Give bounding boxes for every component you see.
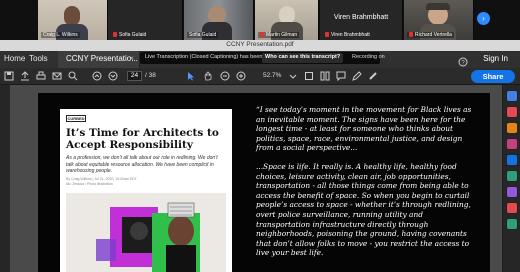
participant-tile[interactable]: Richard Vertrella xyxy=(404,0,474,40)
window-titlebar: CCNY Presentation.pdf xyxy=(0,40,520,51)
mail-icon[interactable] xyxy=(52,71,62,81)
chevron-right-icon[interactable]: › xyxy=(477,12,490,25)
create-pdf-icon[interactable] xyxy=(507,107,517,117)
share-button[interactable]: Share xyxy=(471,70,515,83)
participant-name: Richard Vertrella xyxy=(407,32,454,38)
participant-tile[interactable]: Sofia Gulaid xyxy=(108,0,183,40)
article-dek: As a profession, we don’t all talk about… xyxy=(66,155,218,174)
participant-name: Viren Brahmbhatt xyxy=(323,32,372,38)
tab-document[interactable]: CCNY Presentatio... × xyxy=(58,51,140,68)
slide-page: CURBED It’s Time for Architects to Accep… xyxy=(38,93,490,272)
publication-logo: CURBED xyxy=(66,115,86,122)
tab-label: CCNY Presentatio... xyxy=(66,54,138,63)
combine-files-icon[interactable] xyxy=(507,155,517,165)
menu-home[interactable]: Home xyxy=(4,54,25,63)
pen-icon[interactable] xyxy=(352,71,362,81)
transcription-banner: Live Transcription (Closed Captioning) h… xyxy=(140,52,385,64)
organize-pages-icon[interactable] xyxy=(507,171,517,181)
more-tools-icon[interactable] xyxy=(507,219,517,229)
participant-tile[interactable]: Sofia Gulaid xyxy=(184,0,254,40)
participant-name: Sofia Gulaid xyxy=(187,32,219,38)
participant-tile[interactable]: Martin Gilman xyxy=(255,0,319,40)
sign-in-link[interactable]: Sign In xyxy=(483,54,508,63)
transcript-visibility-button[interactable]: Who can see this transcript? xyxy=(262,53,344,63)
quote-paragraph: ...Space is life. It really is. A health… xyxy=(256,161,471,258)
window-title: CCNY Presentation.pdf xyxy=(226,41,294,48)
mic-muted-icon xyxy=(113,32,117,38)
edit-pdf-icon[interactable] xyxy=(507,123,517,133)
article-card: CURBED It’s Time for Architects to Accep… xyxy=(60,109,232,272)
zoom-level[interactable]: 52.7% xyxy=(263,72,281,79)
left-panel-rail xyxy=(0,85,10,272)
participant-tile[interactable]: Viren Brahmbhatt Viren Brahmbhatt xyxy=(320,0,403,40)
screen: Craig L. Wilkins Sofia Gulaid Sofia Gula… xyxy=(0,0,520,272)
close-icon[interactable]: × xyxy=(129,54,134,63)
zoom-participant-strip: Craig L. Wilkins Sofia Gulaid Sofia Gula… xyxy=(0,0,520,40)
quote-text: “I see today’s moment in the movement fo… xyxy=(256,105,478,267)
chevron-down-icon[interactable] xyxy=(288,71,298,81)
next-page-icon[interactable] xyxy=(108,71,118,81)
protect-icon[interactable] xyxy=(507,203,517,213)
participant-tile[interactable]: Craig L. Wilkins xyxy=(38,0,108,40)
previous-page-icon[interactable] xyxy=(92,71,102,81)
article-headline: It’s Time for Architects to Accept Respo… xyxy=(66,127,219,151)
zoom-out-icon[interactable] xyxy=(220,71,230,81)
search-icon[interactable] xyxy=(68,71,78,81)
participant-center-name: Viren Brahmbhatt xyxy=(333,14,389,21)
upload-icon[interactable] xyxy=(20,71,30,81)
article-byline: By Craig Wilkins | Jul 21, 2020, 10:00am… xyxy=(66,177,137,186)
participant-name: Craig L. Wilkins xyxy=(41,32,80,38)
mic-muted-icon xyxy=(325,32,329,38)
highlight-icon[interactable] xyxy=(368,71,378,81)
scroll-mode-icon[interactable] xyxy=(320,71,330,81)
print-icon[interactable] xyxy=(36,71,46,81)
participant-name: Sofia Gulaid xyxy=(111,32,148,38)
zoom-in-icon[interactable] xyxy=(236,71,246,81)
document-viewport[interactable]: CURBED It’s Time for Architects to Accep… xyxy=(10,85,502,272)
page-total: / 38 xyxy=(145,72,156,79)
page-number-input[interactable]: 24 xyxy=(127,71,142,81)
save-icon[interactable] xyxy=(4,71,14,81)
recording-status: Recording on xyxy=(352,54,385,60)
comment-icon[interactable] xyxy=(336,71,346,82)
right-tools-rail xyxy=(502,85,520,272)
fill-sign-icon[interactable] xyxy=(507,187,517,197)
mic-muted-icon xyxy=(409,32,413,38)
hand-tool-icon[interactable] xyxy=(203,71,213,81)
participant-name: Martin Gilman xyxy=(258,32,300,38)
pdf-toolbar: 24 / 38 52.7% Share xyxy=(0,68,520,85)
menu-tools[interactable]: Tools xyxy=(29,54,48,63)
comment-tool-icon[interactable] xyxy=(507,139,517,149)
article-illustration xyxy=(66,193,226,272)
export-pdf-icon[interactable] xyxy=(507,91,517,101)
mic-muted-icon xyxy=(260,32,264,38)
fit-page-icon[interactable] xyxy=(304,71,314,81)
help-icon[interactable]: ? xyxy=(458,54,468,67)
select-pointer-icon[interactable] xyxy=(186,71,196,81)
quote-paragraph: “I see today’s moment in the movement fo… xyxy=(256,105,472,153)
